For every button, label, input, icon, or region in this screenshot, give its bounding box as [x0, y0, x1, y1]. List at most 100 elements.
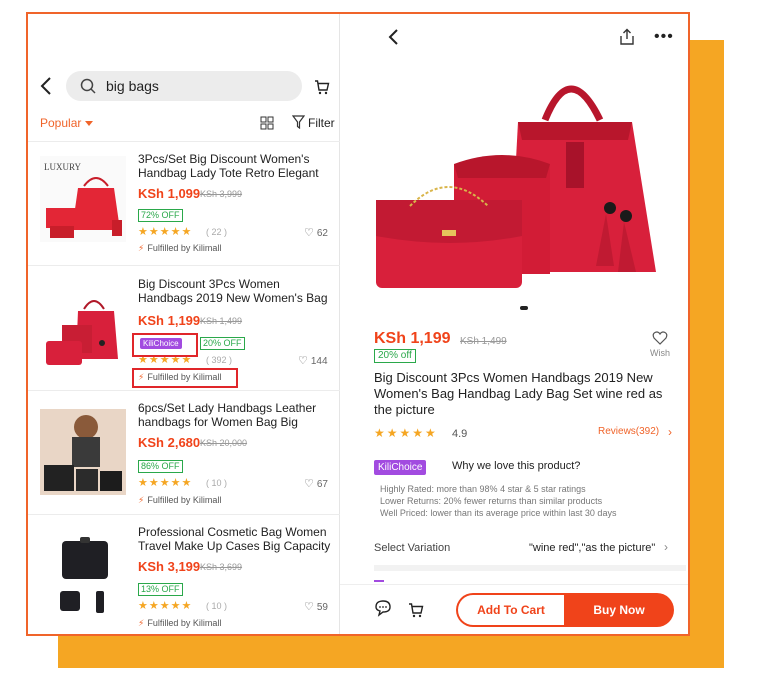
discount-badge: 20% OFF — [200, 337, 245, 350]
buy-now-button[interactable]: Buy Now — [564, 593, 674, 627]
cart-icon[interactable] — [408, 602, 424, 618]
kilichoice-badge: KiliChoice — [374, 460, 427, 475]
back-arrow-icon[interactable] — [386, 28, 400, 46]
rating-stars: ★★★★★ — [374, 426, 438, 440]
lightning-icon: ⚡ — [138, 618, 145, 628]
discount-badge: 13% OFF — [138, 583, 183, 596]
product-card-4[interactable]: Professional Cosmetic Bag Women Travel M… — [28, 515, 340, 634]
chevron-right-icon[interactable]: › — [668, 425, 672, 439]
detail-price: KSh 1,199 — [374, 330, 451, 347]
why-point: Well Priced: lower than its average pric… — [380, 508, 617, 518]
product-title[interactable]: 6pcs/Set Lady Handbags Leather handbags … — [138, 401, 333, 429]
wish-button[interactable]: Wish — [650, 348, 670, 358]
product-price: KSh 3,199 — [138, 559, 201, 574]
review-count: ( 10 ) — [206, 478, 228, 488]
add-to-cart-button[interactable]: Add To Cart — [456, 593, 564, 627]
heart-icon: ♡ — [298, 355, 308, 367]
lightning-icon: ⚡ — [138, 495, 145, 505]
search-input[interactable]: big bags — [66, 71, 302, 101]
search-results-pane: big bags Popular Filter LUXURY 3Pcs/Set … — [28, 14, 340, 634]
detail-discount-badge: 20% off — [374, 349, 416, 363]
rating-stars: ★★★★★ — [138, 600, 193, 612]
review-count: ( 10 ) — [206, 601, 228, 611]
likes-value: 144 — [310, 356, 328, 367]
product-price: KSh 1,199 — [138, 313, 201, 328]
likes-value: 62 — [316, 228, 328, 239]
rating-stars: ★★★★★ — [138, 477, 193, 489]
chat-icon[interactable] — [374, 599, 392, 617]
review-count: ( 392 ) — [206, 355, 233, 365]
product-hero-image[interactable] — [370, 60, 670, 300]
heart-icon[interactable] — [652, 330, 668, 346]
lightning-icon: ⚡ — [138, 243, 145, 253]
product-image: LUXURY — [40, 156, 126, 242]
fulfilled-label: ⚡ Fulfilled by Kilimall — [138, 618, 221, 629]
product-title[interactable]: 3Pcs/Set Big Discount Women's Handbag La… — [138, 152, 333, 180]
carousel-indicator[interactable] — [520, 306, 528, 310]
product-detail-pane: ••• KSh 1,199 KSh 1,499 20% off Wish Big… — [340, 14, 688, 634]
product-image — [40, 409, 126, 495]
like-count[interactable]: ♡ 144 — [298, 354, 328, 367]
likes-value: 67 — [316, 479, 328, 490]
grid-view-icon[interactable] — [260, 116, 274, 130]
cart-icon[interactable] — [314, 79, 330, 95]
why-love-heading: Why we love this product? — [452, 460, 581, 472]
fulfilled-label: ⚡ Fulfilled by Kilimall — [138, 243, 221, 254]
share-icon[interactable] — [618, 28, 636, 46]
filter-button[interactable]: Filter — [308, 116, 335, 130]
thumb-text: LUXURY — [44, 162, 82, 172]
sort-bar: Popular Filter — [28, 110, 340, 140]
filter-icon[interactable] — [292, 115, 305, 129]
like-count[interactable]: ♡ 67 — [304, 477, 328, 490]
select-variation-row[interactable]: Select Variation "wine red","as the pict… — [374, 540, 674, 560]
chevron-down-icon — [85, 121, 93, 126]
product-card-3[interactable]: 6pcs/Set Lady Handbags Leather handbags … — [28, 391, 340, 515]
product-price: KSh 1,099 — [138, 186, 201, 201]
highlight-box-badge — [132, 333, 198, 357]
product-card-2[interactable]: Big Discount 3Pcs Women Handbags 2019 Ne… — [28, 267, 340, 391]
variation-label: Select Variation — [374, 542, 451, 554]
why-point: Highly Rated: more than 98% 4 star & 5 s… — [380, 484, 586, 494]
product-price: KSh 2,680 — [138, 435, 201, 450]
fulfilled-text: Fulfilled by Kilimall — [147, 243, 222, 253]
heart-icon: ♡ — [304, 227, 314, 239]
detail-title: Big Discount 3Pcs Women Handbags 2019 Ne… — [374, 370, 663, 417]
highlight-box-fulfilled — [132, 368, 238, 388]
likes-value: 59 — [316, 602, 328, 613]
detail-old-price: KSh 1,499 — [460, 336, 507, 347]
discount-badge: 72% OFF — [138, 209, 183, 222]
variation-value: "wine red","as the picture" — [529, 542, 656, 554]
product-old-price: KSh 20,000 — [200, 438, 248, 448]
product-card-1[interactable]: LUXURY 3Pcs/Set Big Discount Women's Han… — [28, 142, 340, 266]
product-title[interactable]: Big Discount 3Pcs Women Handbags 2019 Ne… — [138, 277, 333, 305]
back-arrow-icon[interactable] — [38, 76, 56, 96]
product-old-price: KSh 3,699 — [200, 562, 243, 572]
tab-indicator — [374, 580, 384, 582]
section-divider — [374, 565, 686, 571]
fulfilled-label: ⚡ Fulfilled by Kilimall — [138, 495, 221, 506]
heart-icon: ♡ — [304, 478, 314, 490]
app-frame: big bags Popular Filter LUXURY 3Pcs/Set … — [26, 12, 690, 636]
review-count: ( 22 ) — [206, 227, 228, 237]
product-image — [40, 287, 126, 373]
heart-icon: ♡ — [304, 601, 314, 613]
chevron-right-icon: › — [664, 540, 668, 554]
fulfilled-text: Fulfilled by Kilimall — [147, 618, 222, 628]
product-title[interactable]: Professional Cosmetic Bag Women Travel M… — [138, 525, 333, 553]
discount-badge: 86% OFF — [138, 460, 183, 473]
bottom-action-bar: Add To Cart Buy Now — [340, 584, 688, 634]
sort-popular-dropdown[interactable]: Popular — [40, 116, 81, 130]
like-count[interactable]: ♡ 62 — [304, 226, 328, 239]
rating-value: 4.9 — [452, 428, 468, 440]
more-options-icon[interactable]: ••• — [654, 29, 674, 45]
product-old-price: KSh 3,999 — [200, 189, 243, 199]
fulfilled-text: Fulfilled by Kilimall — [147, 495, 222, 505]
search-icon — [80, 78, 96, 94]
search-query: big bags — [106, 78, 159, 94]
rating-stars: ★★★★★ — [138, 226, 193, 238]
reviews-link[interactable]: Reviews(392) — [598, 426, 659, 437]
product-old-price: KSh 1,499 — [200, 316, 243, 326]
product-image — [40, 533, 126, 619]
like-count[interactable]: ♡ 59 — [304, 600, 328, 613]
why-point: Lower Returns: 20% fewer returns than si… — [380, 496, 603, 506]
